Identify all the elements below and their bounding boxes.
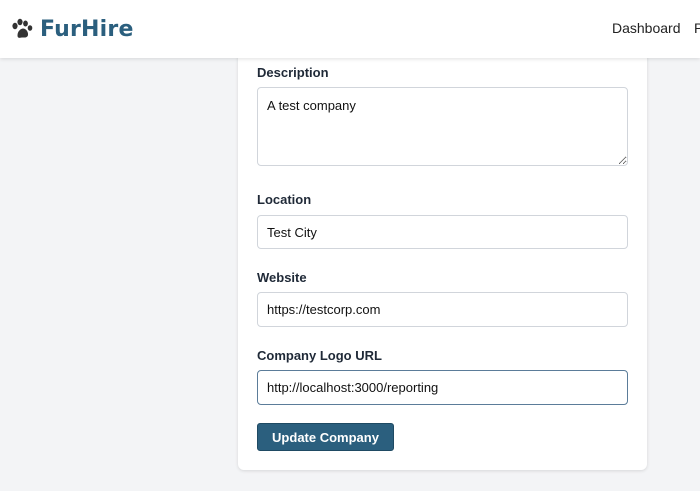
website-label: Website <box>257 270 307 285</box>
update-company-button[interactable]: Update Company <box>257 423 394 451</box>
logo-url-label: Company Logo URL <box>257 348 382 363</box>
location-label: Location <box>257 192 312 207</box>
website-input[interactable] <box>257 292 628 327</box>
top-navbar: FurHire Dashboard P <box>0 0 700 58</box>
brand-name: FurHire <box>40 16 134 42</box>
brand-logo[interactable]: FurHire <box>10 14 134 44</box>
description-label: Description <box>257 65 329 80</box>
logo-url-input[interactable] <box>257 370 628 405</box>
location-input[interactable] <box>257 215 628 249</box>
nav-link-dashboard[interactable]: Dashboard <box>612 20 681 36</box>
paw-icon <box>12 18 33 38</box>
nav-link-truncated[interactable]: P <box>694 20 700 36</box>
description-textarea[interactable]: A test company <box>257 87 628 166</box>
